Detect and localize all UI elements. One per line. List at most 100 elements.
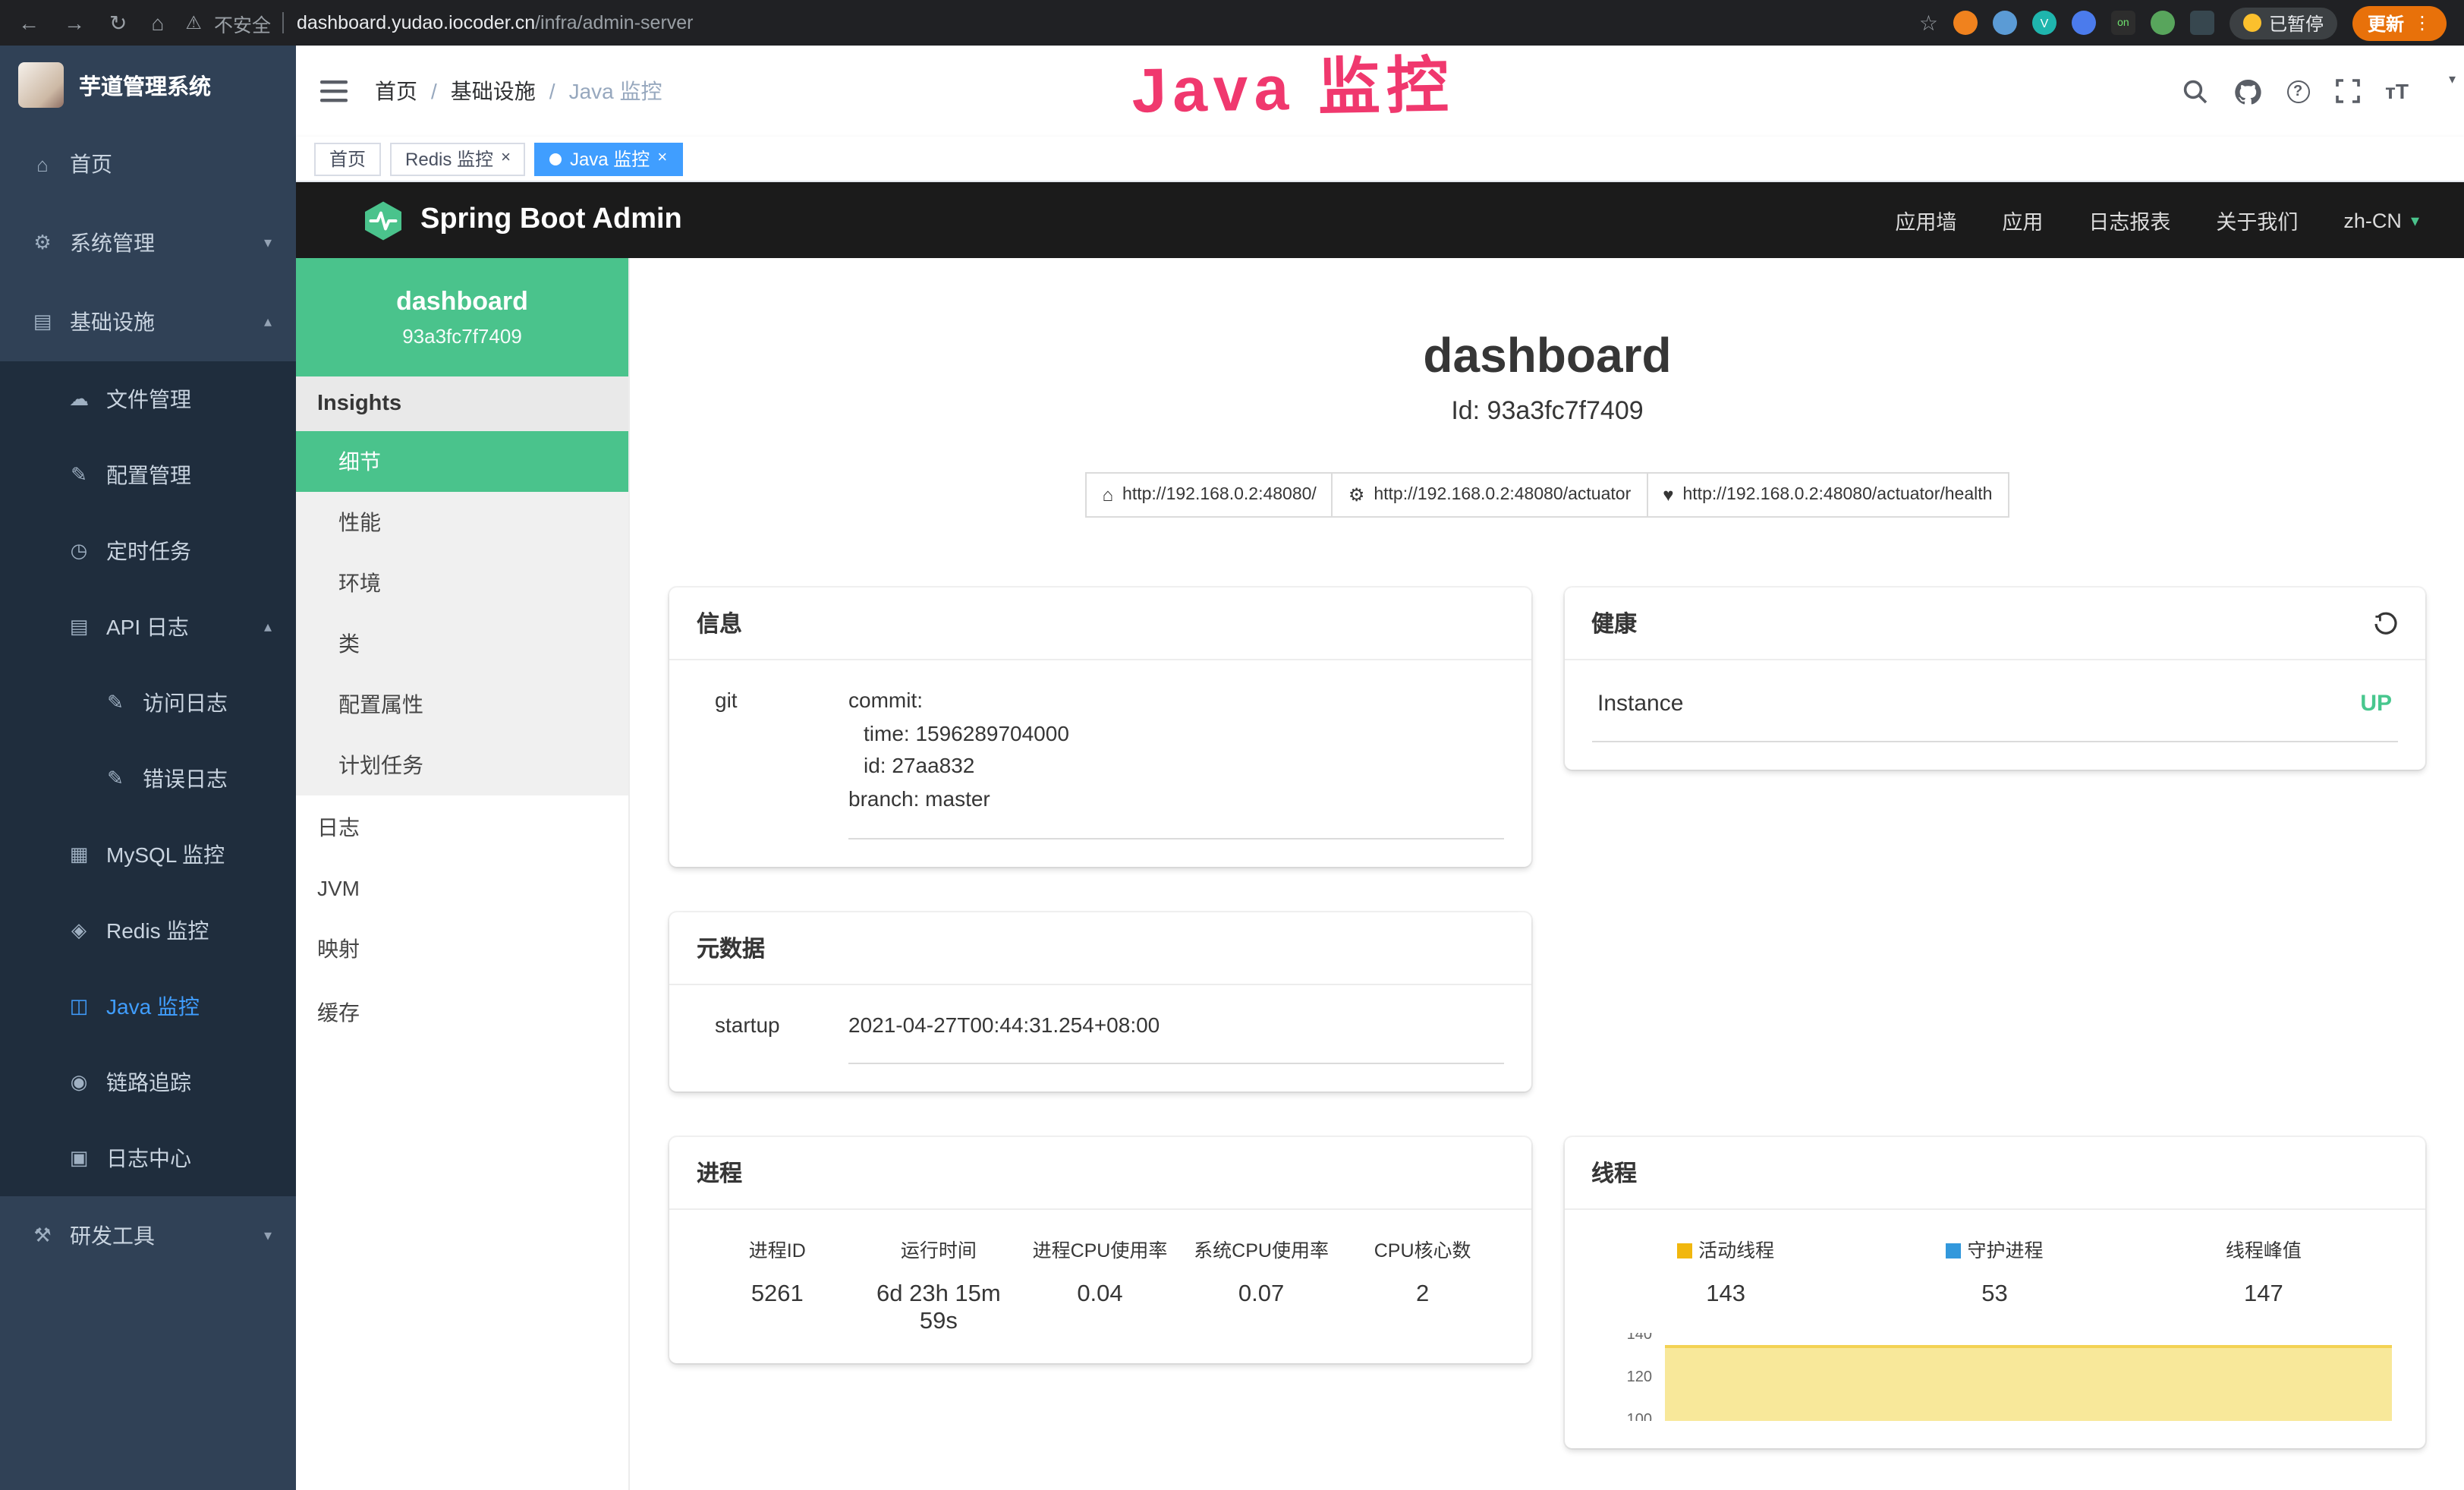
- tab-home[interactable]: 首页: [314, 142, 381, 175]
- active-threads-swatch: [1677, 1244, 1692, 1259]
- breadcrumb-infrastructure[interactable]: 基础设施: [451, 76, 536, 106]
- browser-menu-icon[interactable]: ⋮: [2413, 12, 2431, 33]
- sidebar-item-mysql-monitor[interactable]: ▦ MySQL 监控: [0, 817, 296, 893]
- sidebar-item-home[interactable]: ⌂ 首页: [0, 124, 296, 203]
- sidebar-item-label: API 日志: [106, 612, 189, 642]
- y-axis-tick: 120: [1591, 1370, 1652, 1387]
- bookmark-star-icon[interactable]: ☆: [1919, 10, 1938, 36]
- sidebar-item-config-management[interactable]: ✎ 配置管理: [0, 437, 296, 513]
- process-col-process-cpu: 进程CPU使用率 0.04: [1019, 1235, 1181, 1337]
- history-icon[interactable]: [2374, 611, 2398, 635]
- sidebar-item-scheduled-tasks[interactable]: 计划任务: [296, 735, 628, 795]
- metadata-value: 2021-04-27T00:44:31.254+08:00: [848, 1010, 1503, 1065]
- sidebar-item-trace[interactable]: ◉ 链路追踪: [0, 1044, 296, 1120]
- sba-nav-applications[interactable]: 应用: [2002, 205, 2043, 235]
- sidebar-item-performance[interactable]: 性能: [296, 492, 628, 553]
- sba-nav-journal[interactable]: 日志报表: [2088, 205, 2170, 235]
- instance-url-chip[interactable]: ⌂ http://192.168.0.2:48080/: [1086, 472, 1333, 518]
- wrench-icon: ⚙: [1348, 484, 1365, 506]
- health-card-header: 健康: [1564, 587, 2425, 660]
- sba-language-value: zh-CN: [2343, 209, 2402, 232]
- breadcrumb-home[interactable]: 首页: [375, 76, 417, 106]
- sidebar-item-mappings[interactable]: 映射: [296, 917, 628, 981]
- close-icon[interactable]: ×: [657, 150, 667, 167]
- help-icon[interactable]: ?: [2286, 80, 2309, 102]
- gear-icon: ⚙: [30, 231, 55, 255]
- process-col-value: 5261: [697, 1282, 858, 1309]
- extension-grid-icon[interactable]: [2072, 11, 2096, 35]
- process-col-value: 2: [1342, 1282, 1503, 1309]
- extension-drop-icon[interactable]: [1993, 11, 2017, 35]
- browser-home-icon[interactable]: ⌂: [151, 12, 164, 33]
- sidebar-item-api-logs[interactable]: ▤ API 日志 ▴: [0, 589, 296, 665]
- sidebar-item-system-management[interactable]: ⚙ 系统管理 ▾: [0, 203, 296, 282]
- profile-paused-chip[interactable]: 已暂停: [2230, 7, 2337, 39]
- health-icon: ♥: [1663, 484, 1673, 506]
- sba-language-select[interactable]: zh-CN ▾: [2343, 209, 2419, 232]
- extension-fox-icon[interactable]: [1953, 11, 1978, 35]
- search-icon[interactable]: [2182, 78, 2208, 104]
- sidebar-item-error-logs[interactable]: ✎ 错误日志: [0, 741, 296, 817]
- tab-java-monitor[interactable]: Java 监控 ×: [535, 142, 682, 175]
- daemon-threads-swatch: [1946, 1244, 1962, 1259]
- process-col-label: 系统CPU使用率: [1181, 1235, 1342, 1264]
- sidebar-item-environment[interactable]: 环境: [296, 553, 628, 613]
- extension-leaf-icon[interactable]: [2151, 11, 2175, 35]
- sba-brand[interactable]: Spring Boot Admin: [363, 200, 682, 241]
- sidebar-item-caches[interactable]: 缓存: [296, 981, 628, 1044]
- address-divider: [283, 12, 285, 33]
- close-icon[interactable]: ×: [501, 150, 511, 167]
- font-size-icon[interactable]: тT: [2385, 79, 2409, 103]
- sidebar-item-file-management[interactable]: ☁ 文件管理: [0, 361, 296, 437]
- update-label: 更新: [2368, 10, 2404, 36]
- extension-puppeteer-icon[interactable]: [2190, 11, 2214, 35]
- chevron-down-icon: ▾: [264, 235, 272, 251]
- tab-redis-monitor[interactable]: Redis 监控 ×: [390, 142, 526, 175]
- back-icon[interactable]: ←: [18, 12, 39, 33]
- instance-sidebar: dashboard 93a3fc7f7409 Insights 细节 性能 环境…: [296, 258, 630, 1490]
- health-instance-row: Instance UP: [1591, 685, 2398, 742]
- health-url-chip[interactable]: ♥ http://192.168.0.2:48080/actuator/heal…: [1646, 472, 2009, 518]
- scheduled-task-icon: ◷: [67, 539, 91, 563]
- sidebar-item-devtools[interactable]: ⚒ 研发工具 ▾: [0, 1196, 296, 1275]
- sidebar-item-logs[interactable]: 日志: [296, 795, 628, 859]
- chevron-up-icon: ▴: [264, 313, 272, 330]
- sidebar-item-redis-monitor[interactable]: ◈ Redis 监控: [0, 893, 296, 969]
- tab-label: Java 监控: [570, 146, 650, 172]
- legend-value: 143: [1591, 1282, 1860, 1309]
- y-axis-tick: 100: [1591, 1413, 1652, 1422]
- address-bar[interactable]: ⚠ 不安全 dashboard.yudao.iocoder.cn/infra/a…: [185, 8, 1897, 37]
- browser-toolbar-right: ☆ V on 已暂停 更新 ⋮: [1919, 5, 2447, 40]
- sidebar-item-details[interactable]: 细节: [296, 431, 628, 492]
- sidebar-item-jvm[interactable]: JVM: [296, 859, 628, 917]
- github-icon[interactable]: [2233, 78, 2261, 104]
- sidebar-item-infrastructure[interactable]: ▤ 基础设施 ▴: [0, 282, 296, 361]
- threads-legend: 活动线程 143 守护进程 53 线程峰值 14: [1591, 1235, 2398, 1309]
- sba-nav-about[interactable]: 关于我们: [2216, 205, 2298, 235]
- update-button[interactable]: 更新 ⋮: [2352, 5, 2447, 40]
- health-card-title: 健康: [1591, 607, 1637, 639]
- page-title: dashboard: [669, 328, 2425, 384]
- forward-icon[interactable]: →: [64, 12, 85, 33]
- sidebar-item-log-center[interactable]: ▣ 日志中心: [0, 1120, 296, 1196]
- sidebar-item-classes[interactable]: 类: [296, 613, 628, 674]
- sidebar-item-java-monitor[interactable]: ◫ Java 监控: [0, 969, 296, 1044]
- app-title: 芋道管理系统: [79, 69, 211, 101]
- process-col-cores: CPU核心数 2: [1342, 1235, 1503, 1337]
- sidebar-item-access-logs[interactable]: ✎ 访问日志: [0, 665, 296, 741]
- reload-icon[interactable]: ↻: [109, 12, 127, 33]
- browser-nav-buttons: ← → ↻ ⌂: [18, 12, 164, 33]
- legend-label: 守护进程: [1968, 1241, 2044, 1262]
- extension-vue-devtools-icon[interactable]: V: [2032, 11, 2056, 35]
- sidebar-item-config-properties[interactable]: 配置属性: [296, 674, 628, 735]
- cards-grid: 信息 git commit: time: 1596289704000 id: 2…: [669, 587, 2425, 1449]
- sidebar-item-scheduled-tasks[interactable]: ◷ 定时任务: [0, 513, 296, 589]
- actuator-url: http://192.168.0.2:48080/actuator: [1374, 486, 1631, 504]
- topbar: 首页 / 基础设施 / Java 监控 Java 监控 ?: [296, 46, 2464, 137]
- instance-header[interactable]: dashboard 93a3fc7f7409: [296, 258, 628, 376]
- collapse-sidebar-icon[interactable]: [320, 79, 348, 103]
- sba-nav-wall[interactable]: 应用墙: [1895, 205, 1956, 235]
- extension-switch-on-icon[interactable]: on: [2111, 11, 2135, 35]
- fullscreen-icon[interactable]: [2335, 79, 2359, 103]
- actuator-url-chip[interactable]: ⚙ http://192.168.0.2:48080/actuator: [1332, 472, 1647, 518]
